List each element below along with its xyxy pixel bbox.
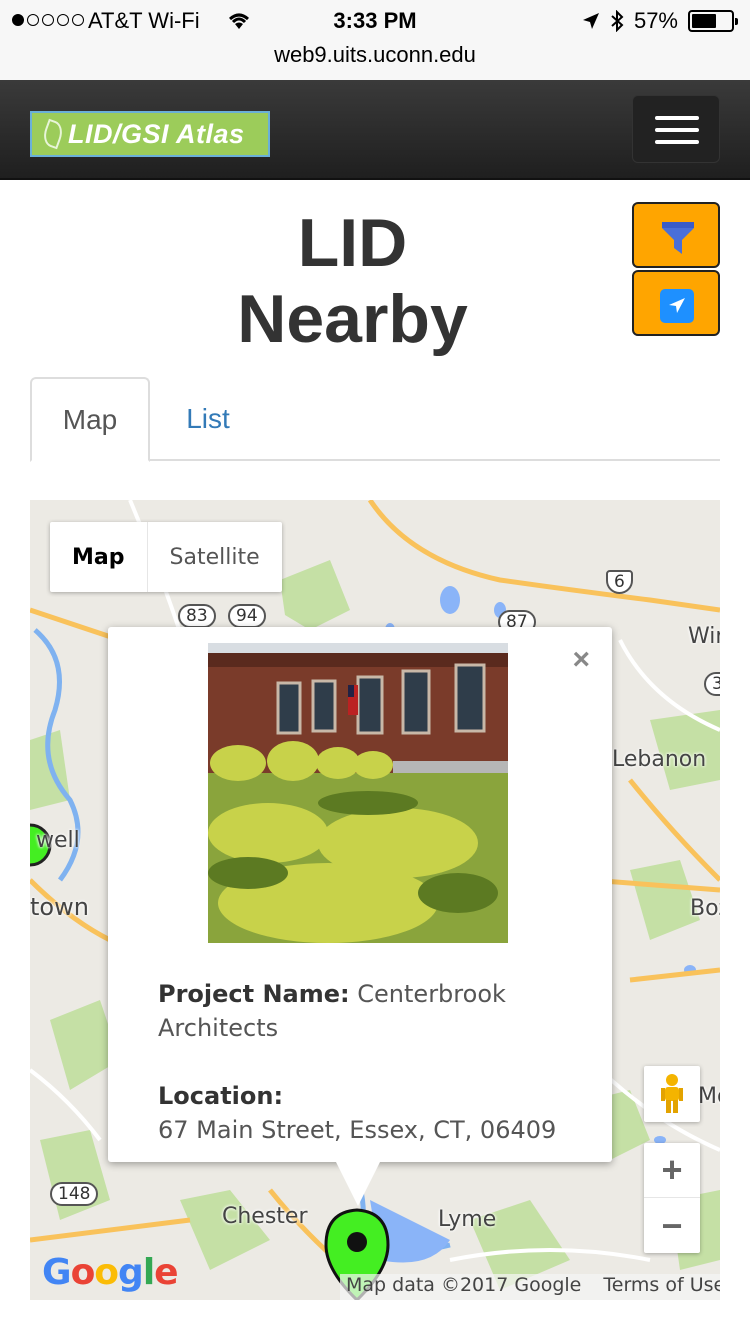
map-attribution: Map data ©2017 Google Terms of Use [340,1274,720,1300]
navigation-arrow-icon [669,298,685,313]
view-tabs: Map List [30,377,720,462]
map-type-map-button[interactable]: Map [50,522,148,592]
menu-toggle-button[interactable] [632,95,720,163]
status-bar: AT&T Wi-Fi 3:33 PM 57% web9.uits.uconn.e… [0,0,750,80]
google-logo: Google [42,1252,179,1293]
logo-text: LID/GSI Atlas [68,118,245,149]
tab-map[interactable]: Map [30,377,150,462]
battery-percent: 57% [633,8,678,33]
map-label: Lyme [438,1207,497,1232]
close-icon[interactable]: × [572,643,590,677]
zoom-in-button[interactable]: + [644,1143,700,1198]
map-label: Lebanon [612,747,707,772]
location-row: Location: 67 Main Street, Essex, CT, 064… [158,1079,578,1147]
battery-icon [688,10,738,32]
map-label: town [30,893,89,921]
map-label: Win [688,624,720,649]
terms-of-use-link[interactable]: Terms of Use [603,1274,720,1300]
url-bar[interactable]: web9.uits.uconn.edu [0,42,750,68]
tab-list[interactable]: List [150,377,266,461]
project-name-row: Project Name: Centerbrook Architects [158,977,578,1045]
leaf-icon [40,118,66,150]
hamburger-icon [655,116,699,120]
map-type-satellite-button[interactable]: Satellite [148,522,282,592]
zoom-control: + − [644,1143,700,1253]
map-data-credit: Map data ©2017 Google [346,1274,582,1296]
street-view-pegman[interactable] [644,1066,700,1122]
page-title: LID Nearby [237,205,468,357]
route-shield: 83 [178,604,216,628]
project-photo [208,643,508,943]
info-window: × Project Name: Centerbrook Architects L… [108,627,612,1206]
bluetooth-icon [611,10,624,32]
site-logo[interactable]: LID/GSI Atlas [30,111,270,157]
map-label: Mo [698,1084,720,1109]
location-services-icon [582,13,599,29]
location-label: Location: [158,1082,284,1110]
map-type-control: Map Satellite [50,522,282,592]
funnel-icon [662,222,694,254]
filter-button[interactable] [632,202,720,268]
map-canvas[interactable]: Map Satellite 83 94 87 6 148 3 Win Leban… [30,500,720,1300]
location-value: 67 Main Street, Essex, CT, 06409 [158,1116,557,1144]
map-label: well [36,828,80,853]
route-shield: 94 [228,604,266,628]
locate-me-button[interactable] [632,270,720,336]
project-name-label: Project Name: [158,980,350,1008]
zoom-out-button[interactable]: − [644,1198,700,1253]
map-label: Boz [690,896,720,921]
route-shield: 148 [50,1182,99,1206]
map-label: Chester [222,1204,308,1229]
pegman-icon [661,1074,683,1113]
